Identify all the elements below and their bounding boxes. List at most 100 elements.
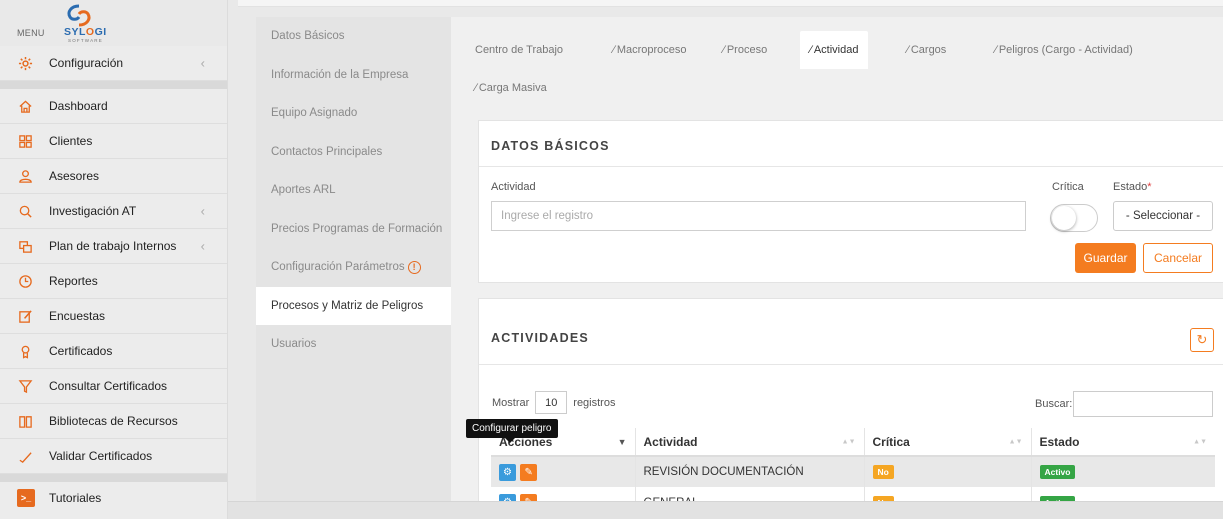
configure-hazard-button[interactable]: ⚙ — [499, 463, 516, 481]
edit-icon — [17, 308, 33, 324]
records-label: registros — [573, 396, 616, 409]
subnav-label: Información de la Empresa — [271, 68, 409, 81]
tab-label: Centro de Trabajo — [475, 44, 564, 56]
panel-divider — [479, 166, 1223, 167]
column-critica[interactable]: Crítica ▲▼ — [864, 428, 1032, 457]
sidebar-divider — [0, 81, 227, 89]
paperclip-icon: ∕ — [613, 44, 615, 56]
tab-carga-masiva[interactable]: ∕ Carga Masiva — [465, 69, 557, 107]
table-row: ⚙ ✎ REVISIÓN DOCUMENTACIÓN No Activo — [491, 456, 1215, 487]
panel-divider — [479, 364, 1223, 365]
tab-bar: Centro de Trabajo ∕ Macroproceso ∕ Proceso… — [465, 31, 1223, 107]
refresh-icon: ↻ — [1196, 332, 1208, 347]
column-estado[interactable]: Estado ▲▼ — [1031, 428, 1215, 457]
sidebar-item-label: Consultar Certificados — [49, 379, 168, 393]
tab-proceso[interactable]: ∕ Proceso — [713, 31, 777, 69]
subnav-item-precios-programas[interactable]: Precios Programas de Formación — [256, 210, 451, 249]
subnav-label: Precios Programas de Formación — [271, 222, 443, 235]
sidebar-item-investigacion-at[interactable]: Investigación AT ‹ — [0, 194, 227, 229]
subnav-label: Configuración Parámetros — [271, 261, 405, 274]
sidebar-item-label: Encuestas — [49, 309, 106, 323]
menu-label: MENU — [17, 28, 45, 38]
tab-centro-de-trabajo[interactable]: Centro de Trabajo — [465, 31, 573, 69]
paperclip-icon: ∕ — [475, 82, 477, 94]
sidebar-item-tutoriales[interactable]: >_ Tutoriales — [0, 482, 227, 514]
estado-select[interactable]: - Seleccionar - — [1113, 201, 1213, 231]
tab-label: Macroproceso — [616, 44, 687, 56]
sidebar-item-bibliotecas[interactable]: Bibliotecas de Recursos — [0, 404, 227, 439]
page-length-select[interactable]: 10 — [535, 391, 568, 414]
save-button[interactable]: Guardar — [1075, 243, 1136, 273]
gear-icon: ⚙ — [503, 466, 512, 478]
tab-macroproceso[interactable]: ∕ Macroproceso — [603, 31, 697, 69]
tab-cargos[interactable]: ∕ Cargos — [897, 31, 956, 69]
sidebar-item-encuestas[interactable]: Encuestas — [0, 299, 227, 334]
subnav-item-usuarios[interactable]: Usuarios — [256, 325, 451, 364]
subnav-item-informacion-empresa[interactable]: Información de la Empresa — [256, 56, 451, 95]
subnav-item-configuracion-parametros[interactable]: Configuración Parámetros! — [256, 248, 451, 287]
client-subnav: Datos Básicos Información de la Empresa … — [256, 17, 451, 501]
actividades-panel: ACTIVIDADES ↻ Mostrar 10 registros Busca… — [478, 298, 1223, 518]
sort-icon: ▲▼ — [1193, 438, 1207, 445]
subnav-item-datos-basicos[interactable]: Datos Básicos — [256, 17, 451, 56]
sidebar-item-label: Investigación AT — [49, 204, 137, 218]
sidebar-item-plan-de-trabajo[interactable]: Plan de trabajo Internos ‹ — [0, 229, 227, 264]
table-search: Buscar: — [1035, 391, 1214, 417]
critica-badge: No — [872, 465, 894, 479]
subnav-item-equipo-asignado[interactable]: Equipo Asignado — [256, 94, 451, 133]
column-label: Crítica — [872, 434, 910, 449]
sidebar-item-certificados[interactable]: Certificados — [0, 334, 227, 369]
subnav-label: Usuarios — [271, 338, 317, 351]
sidebar-item-label: Validar Certificados — [49, 449, 153, 463]
sidebar: MENU SYLOGI SOFTWARE Configuración ‹ Das… — [0, 0, 228, 519]
search-icon — [17, 203, 33, 219]
actividad-input[interactable] — [491, 201, 1026, 231]
subnav-label: Aportes ARL — [271, 184, 336, 197]
warning-icon: ! — [407, 260, 421, 274]
search-input[interactable] — [1073, 391, 1214, 417]
subnav-item-procesos-matriz[interactable]: Procesos y Matriz de Peligros — [256, 286, 451, 325]
chevron-left-icon: ‹ — [200, 238, 205, 254]
critica-toggle[interactable] — [1050, 204, 1098, 232]
column-label: Estado — [1039, 434, 1080, 449]
paperclip-icon: ∕ — [907, 44, 909, 56]
sidebar-item-label: Plan de trabajo Internos — [49, 239, 177, 253]
edit-icon: ✎ — [524, 466, 533, 478]
panel-title: ACTIVIDADES — [491, 331, 589, 345]
sidebar-item-configuracion[interactable]: Configuración ‹ — [0, 46, 227, 81]
page-length-control: Mostrar 10 registros — [492, 391, 615, 414]
estado-cell: Activo — [1031, 456, 1215, 487]
subnav-item-aportes-arl[interactable]: Aportes ARL — [256, 171, 451, 210]
sylogi-logo[interactable]: SYLOGI SOFTWARE — [64, 4, 114, 46]
sidebar-item-clientes[interactable]: Clientes — [0, 124, 227, 159]
tab-peligros[interactable]: ∕ Peligros (Cargo - Actividad) — [985, 31, 1143, 69]
sidebar-item-label: Bibliotecas de Recursos — [49, 414, 178, 428]
check-icon — [17, 448, 33, 464]
column-label: Actividad — [643, 434, 698, 449]
sidebar-item-validar-certificados[interactable]: Validar Certificados — [0, 439, 227, 474]
sidebar-item-asesores[interactable]: Asesores — [0, 159, 227, 194]
sidebar-item-dashboard[interactable]: Dashboard — [0, 89, 227, 124]
subnav-label: Contactos Principales — [271, 145, 383, 158]
main-area: Datos Básicos Información de la Empresa … — [238, 0, 1223, 518]
logo-tagline: SOFTWARE — [68, 38, 103, 43]
edit-button[interactable]: ✎ — [520, 463, 538, 481]
refresh-button[interactable]: ↻ — [1190, 328, 1214, 352]
sidebar-item-label: Reportes — [49, 274, 98, 288]
award-icon — [17, 343, 33, 359]
paperclip-icon: ∕ — [810, 44, 812, 56]
column-actividad[interactable]: Actividad ▲▼ — [635, 428, 865, 457]
tab-actividad[interactable]: ∕ Actividad — [800, 31, 869, 69]
folders-icon — [17, 238, 33, 254]
gear-icon — [17, 55, 33, 71]
sidebar-item-label: Clientes — [49, 134, 93, 148]
estado-selected-value: - Seleccionar - — [1125, 210, 1201, 222]
actividad-cell: REVISIÓN DOCUMENTACIÓN — [635, 456, 865, 487]
sidebar-item-consultar-certificados[interactable]: Consultar Certificados — [0, 369, 227, 404]
tab-label: Proceso — [726, 44, 768, 56]
cancel-button[interactable]: Cancelar — [1143, 243, 1213, 273]
subnav-item-contactos-principales[interactable]: Contactos Principales — [256, 133, 451, 172]
sidebar-item-reportes[interactable]: Reportes — [0, 264, 227, 299]
logo-swirl-icon — [67, 4, 91, 27]
datos-basicos-panel: DATOS BÁSICOS Actividad Crítica Estado* … — [478, 120, 1223, 283]
